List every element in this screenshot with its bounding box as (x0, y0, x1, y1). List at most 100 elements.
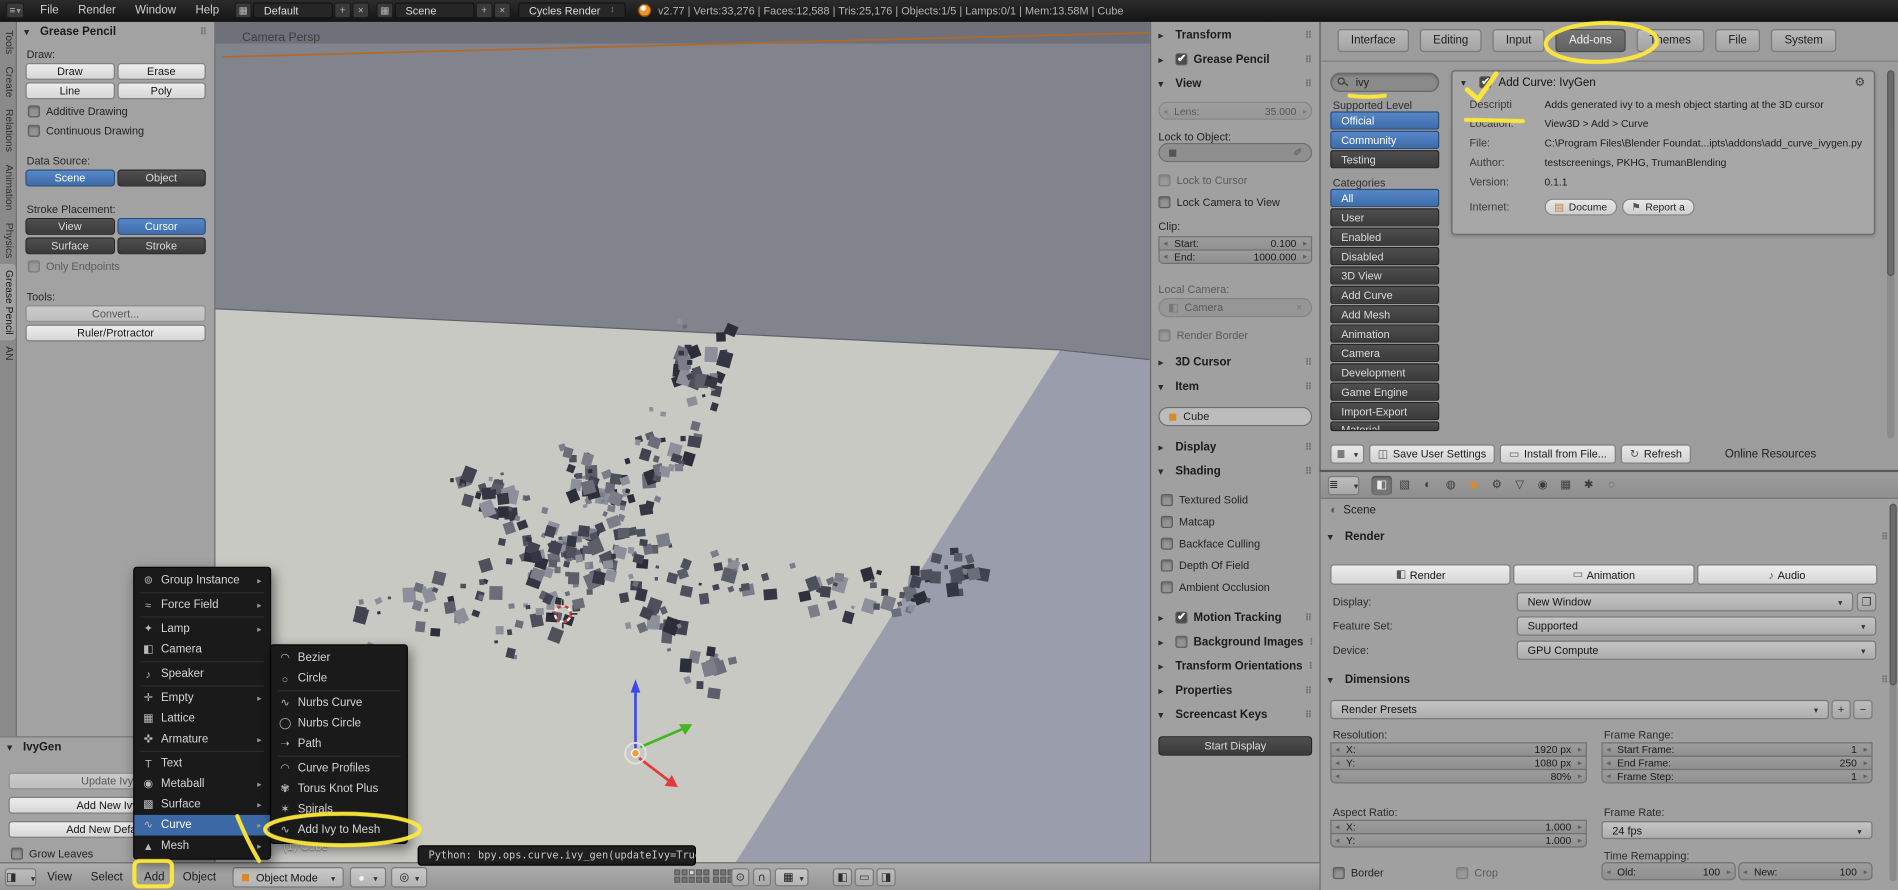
category-add-curve[interactable]: Add Curve (1330, 285, 1440, 304)
number-field[interactable]: Y:1.000 (1330, 833, 1587, 848)
toolshelf-tab-create[interactable]: Create (0, 60, 16, 103)
drag-dots-icon[interactable] (200, 27, 207, 38)
category-add-mesh[interactable]: Add Mesh (1330, 305, 1440, 324)
panel-header-shading[interactable]: Shading (1158, 463, 1312, 480)
add-menu-item-surface[interactable]: ▩ Surface (134, 794, 270, 815)
curve-menu-item-nurbs-curve[interactable]: ∿ Nurbs Curve (271, 693, 407, 714)
render-border-checkbox[interactable] (1158, 329, 1171, 342)
toolshelf-tab-an[interactable]: AN (0, 341, 16, 367)
continuous-drawing-checkbox[interactable] (27, 124, 40, 137)
panel-header-display[interactable]: Display (1158, 438, 1312, 455)
add-menu-item-curve[interactable]: ∿ Curve (134, 814, 270, 836)
viewport-shading-select[interactable]: ● (349, 866, 387, 888)
category-development[interactable]: Development (1330, 363, 1440, 382)
panel-header-3d-cursor[interactable]: 3D Cursor (1158, 354, 1312, 371)
new-frame-field[interactable]: New:100 (1738, 862, 1873, 881)
menubar-item[interactable]: File (32, 0, 67, 21)
prefs-scrollbar[interactable] (1887, 70, 1895, 439)
shading-checkbox[interactable] (1160, 537, 1173, 550)
menubar-item[interactable]: Render (70, 0, 125, 21)
add-menu-item-armature[interactable]: ✜ Armature (134, 729, 270, 752)
menubar-item[interactable]: Help (187, 0, 228, 21)
properties-tab-particles[interactable]: ✱ (1578, 475, 1599, 494)
add-menu-item-metaball[interactable]: ◉ Metaball (134, 774, 270, 795)
properties-tab-render-layers[interactable]: ▧ (1394, 475, 1415, 494)
add-menu-item-empty[interactable]: ✛ Empty (134, 688, 270, 709)
panel-header-item[interactable]: Item (1158, 378, 1312, 395)
add-preset-button[interactable]: + (1831, 699, 1851, 720)
level-testing[interactable]: Testing (1330, 150, 1440, 169)
curve-menu-item-spirals[interactable]: ✶ Spirals (271, 799, 407, 820)
remove-preset-button[interactable]: − (1853, 699, 1873, 720)
lock-camera-checkbox[interactable] (1158, 196, 1171, 209)
panel-header-render[interactable]: Render (1328, 530, 1888, 543)
scene-name[interactable]: Scene (394, 2, 475, 19)
snap-magnet-button[interactable]: ∪ (752, 868, 772, 887)
editor-type-button-3d[interactable]: ◨ (4, 868, 37, 887)
line-button[interactable]: Line (25, 82, 115, 100)
audio-button[interactable]: ♪ Audio (1696, 564, 1878, 585)
add-menu-item-speaker[interactable]: ♪ Speaker (134, 664, 270, 687)
convert-button[interactable]: Convert... (25, 305, 206, 323)
properties-tab-data[interactable]: ▽ (1509, 475, 1530, 494)
number-field[interactable]: End:1000.000 (1158, 249, 1313, 264)
toolshelf-tab-physics[interactable]: Physics (0, 216, 16, 264)
add-menu-item-group-instance[interactable]: ⊚ Group Instance (134, 570, 270, 594)
addon-enable-checkbox[interactable] (1479, 74, 1492, 89)
add-menu-item-force-field[interactable]: ≈ Force Field (134, 595, 270, 618)
add-menu-item-text[interactable]: T Text (134, 753, 270, 774)
item-name-field[interactable]: ◼ Cube (1158, 406, 1313, 427)
grease-pencil-checkbox[interactable] (1175, 51, 1188, 66)
properties-tab-scene[interactable]: ◐ (1417, 475, 1438, 494)
documentation-button[interactable]: ▤ Docume (1544, 198, 1617, 216)
panel-header-grease-pencil-n[interactable]: Grease Pencil (1158, 51, 1312, 68)
browse-scenes-button[interactable]: ▦ (376, 2, 394, 19)
browse-screens-button[interactable]: ▦ (234, 2, 252, 19)
crop-checkbox[interactable] (1456, 866, 1469, 880)
only-endpoints-checkbox[interactable] (27, 260, 40, 273)
properties-tab-texture[interactable]: ▦ (1555, 475, 1576, 494)
category-disabled[interactable]: Disabled (1330, 247, 1440, 266)
panel-header-view[interactable]: View (1158, 75, 1312, 92)
expand-icon[interactable] (1461, 76, 1472, 89)
category-game-engine[interactable]: Game Engine (1330, 382, 1440, 401)
level-community[interactable]: Community (1330, 130, 1440, 149)
poly-button[interactable]: Poly (116, 82, 206, 100)
panel-header-background-images[interactable]: Background Images (1158, 633, 1312, 650)
prefs-tab-input[interactable]: Input (1492, 29, 1545, 53)
properties-tab-world[interactable]: ◍ (1440, 475, 1461, 494)
render-presets-select[interactable]: Render Presets (1330, 699, 1830, 720)
erase-button[interactable]: Erase (116, 62, 206, 80)
prefs-tab-themes[interactable]: Themes (1636, 29, 1705, 53)
shading-checkbox[interactable] (1160, 559, 1173, 572)
fps-select[interactable]: 24 fps (1601, 820, 1873, 840)
local-camera-field[interactable]: ◧ Camera × (1158, 297, 1313, 318)
device-select[interactable]: GPU Compute (1516, 640, 1877, 660)
category-enabled[interactable]: Enabled (1330, 227, 1440, 246)
add-menu-item-lamp[interactable]: ✦ Lamp (134, 619, 270, 640)
curve-menu-item-nurbs-circle[interactable]: ◯ Nurbs Circle (271, 713, 407, 734)
background-images-checkbox[interactable] (1175, 635, 1188, 648)
category-material[interactable]: Material (1330, 421, 1440, 432)
category-import-export[interactable]: Import-Export (1330, 402, 1440, 421)
add-screen-button[interactable]: + (334, 2, 352, 19)
lock-button[interactable]: ⊙ (731, 868, 750, 887)
category-3d-view[interactable]: 3D View (1330, 266, 1440, 285)
ruler-protractor-button[interactable]: Ruler/Protractor (25, 324, 206, 342)
properties-tab-modifiers[interactable]: ⚙ (1486, 475, 1507, 494)
stroke-view-button[interactable]: View (25, 217, 115, 235)
number-field[interactable]: 80% (1330, 768, 1587, 784)
prefs-tab-addons[interactable]: Add-ons (1555, 29, 1626, 53)
menubar-item[interactable]: Window (127, 0, 185, 21)
delete-screen-button[interactable]: × (352, 2, 370, 19)
curve-menu-item-curve-profiles[interactable]: ◠ Curve Profiles (271, 758, 407, 779)
toolshelf-tab-grease-pencil[interactable]: Grease Pencil (0, 263, 16, 341)
category-camera[interactable]: Camera (1330, 343, 1440, 363)
add-menu-item-camera[interactable]: ◧ Camera (134, 639, 270, 663)
panel-header-dimensions[interactable]: Dimensions (1328, 673, 1888, 686)
addon-search-input[interactable] (1330, 72, 1440, 93)
panel-header-transform[interactable]: Transform (1158, 27, 1312, 44)
curve-menu-item-torus-knot-plus[interactable]: ✾ Torus Knot Plus (271, 779, 407, 800)
panel-header-properties[interactable]: Properties (1158, 682, 1312, 699)
number-field[interactable]: Frame Step:1 (1601, 768, 1873, 784)
